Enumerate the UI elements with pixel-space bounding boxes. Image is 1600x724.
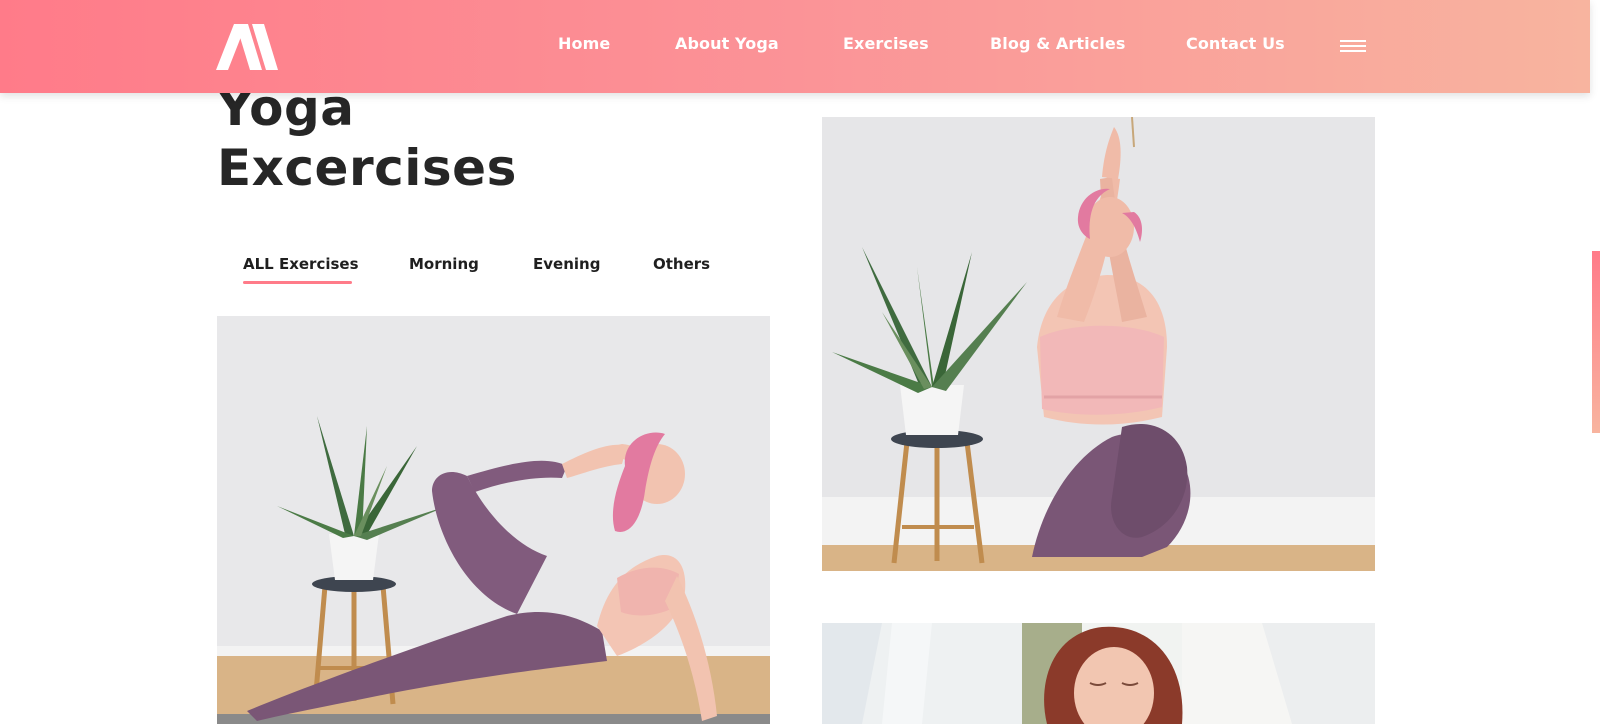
active-tab-underline	[243, 281, 352, 284]
menu-line	[1340, 40, 1366, 42]
menu-line	[1340, 45, 1366, 47]
scroll-indicator[interactable]	[1592, 251, 1600, 433]
tab-morning[interactable]: Morning	[409, 255, 479, 273]
nav-about-yoga[interactable]: About Yoga	[675, 34, 779, 53]
exercise-image-card[interactable]	[822, 117, 1375, 571]
tab-others[interactable]: Others	[653, 255, 710, 273]
exercise-image-card[interactable]	[822, 623, 1375, 724]
page-title: Yoga Excercises	[217, 78, 637, 198]
yoga-meditation-image	[822, 623, 1375, 724]
nav-blog-articles[interactable]: Blog & Articles	[990, 34, 1125, 53]
nav-exercises[interactable]: Exercises	[843, 34, 929, 53]
menu-line	[1340, 50, 1366, 52]
yoga-eagle-pose-image	[822, 117, 1375, 571]
nav-contact-us[interactable]: Contact Us	[1186, 34, 1285, 53]
m-logo-icon[interactable]	[216, 24, 288, 70]
yoga-bow-pose-image	[217, 316, 770, 724]
tab-evening[interactable]: Evening	[533, 255, 600, 273]
nav-home[interactable]: Home	[558, 34, 610, 53]
hamburger-menu-icon[interactable]	[1340, 40, 1368, 56]
page-title-line-2: Excercises	[217, 139, 517, 197]
tab-all-exercises[interactable]: ALL Exercises	[243, 255, 359, 273]
exercise-image-card[interactable]	[217, 316, 770, 724]
site-header: Home About Yoga Exercises Blog & Article…	[0, 0, 1590, 93]
